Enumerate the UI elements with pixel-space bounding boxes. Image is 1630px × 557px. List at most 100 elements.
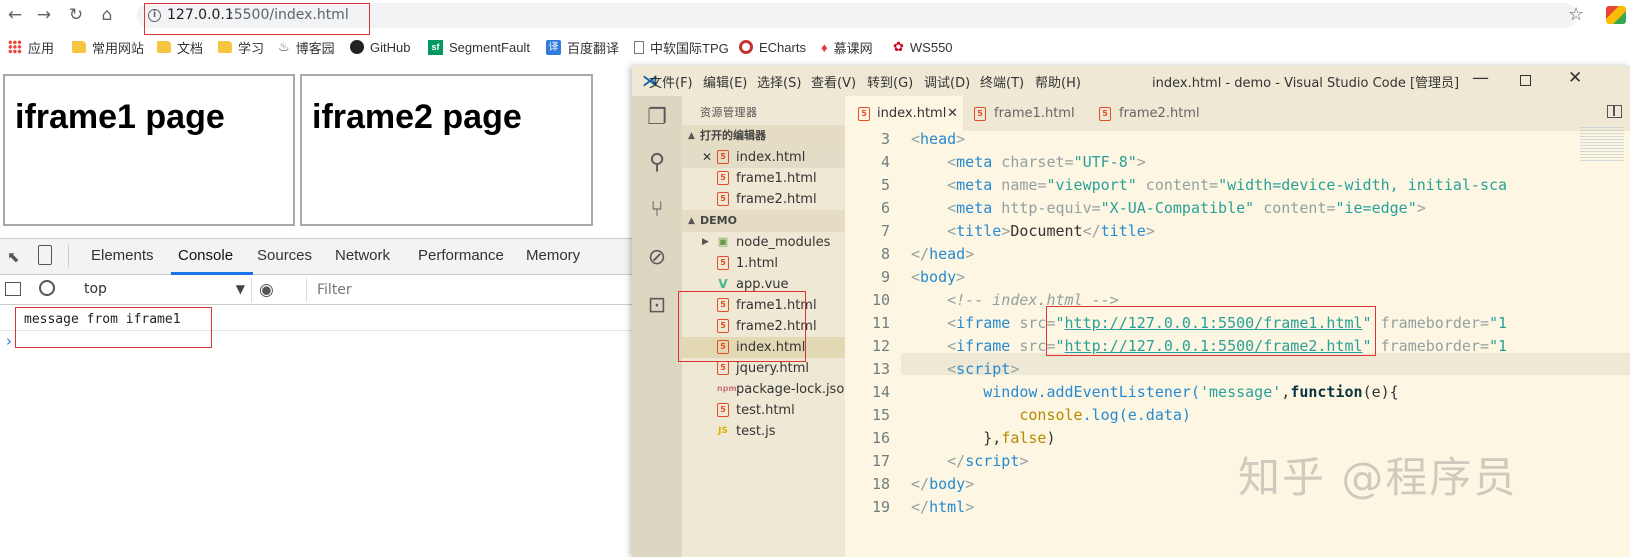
extensions-icon[interactable]: ⊡ xyxy=(645,294,669,318)
search-icon[interactable]: ⚲ xyxy=(645,151,669,175)
tree-item-node-modules[interactable]: ▶ ▣ node_modules xyxy=(682,232,845,253)
context-select[interactable]: top ▼ xyxy=(76,278,252,302)
code-line-8: </head> xyxy=(911,245,974,263)
console-prompt-icon[interactable]: › xyxy=(6,332,12,350)
tab-index-html[interactable]: 5 index.html ✕ xyxy=(845,96,963,131)
tab-frame2-html[interactable]: 5 frame2.html xyxy=(1087,96,1212,131)
close-icon[interactable]: ✕ xyxy=(702,147,712,168)
minimap[interactable] xyxy=(1580,127,1624,161)
browser-toolbar: ← → ↻ ⌂ i 127.0.0.1 :5500/index.html ☆ xyxy=(0,0,1630,35)
bookmark-label: 中软国际TPG xyxy=(650,40,729,56)
eye-icon[interactable]: ◉ xyxy=(259,280,274,300)
open-editor-frame1[interactable]: 5 frame1.html xyxy=(682,168,845,189)
menu-selection[interactable]: 选择(S) xyxy=(757,72,801,91)
menu-view[interactable]: 查看(V) xyxy=(811,72,856,91)
iframe1[interactable]: iframe1 page xyxy=(3,74,295,226)
open-editor-index[interactable]: ✕ 5 index.html xyxy=(682,147,845,168)
tree-item-test-js[interactable]: JS test.js xyxy=(682,421,845,442)
code-token: script xyxy=(956,360,1011,378)
tree-item-test-html[interactable]: 5 test.html xyxy=(682,400,845,421)
split-editor-icon[interactable] xyxy=(1607,105,1622,118)
code-token: body xyxy=(920,268,957,286)
code-token: title xyxy=(1100,222,1146,240)
bookmark-star-icon[interactable]: ☆ xyxy=(1568,4,1584,25)
folder-icon xyxy=(157,41,171,53)
open-editor-frame2[interactable]: 5 frame2.html xyxy=(682,189,845,210)
filter-input[interactable] xyxy=(306,278,632,302)
line-number: 5 xyxy=(880,176,890,194)
bookmark-github[interactable]: GitHub xyxy=(350,37,410,57)
tree-item-1-html[interactable]: 5 1.html xyxy=(682,253,845,274)
debug-icon[interactable]: ⊘ xyxy=(645,246,669,270)
code-token: html xyxy=(929,498,966,516)
bookmark-echarts[interactable]: ECharts xyxy=(739,37,806,57)
tree-item-package-lock[interactable]: npm package-lock.json xyxy=(682,379,853,400)
menu-go[interactable]: 转到(G) xyxy=(867,72,913,91)
home-button[interactable]: ⌂ xyxy=(96,4,118,26)
bookmark-folder-common[interactable]: 常用网站 xyxy=(72,37,144,57)
clear-console-icon[interactable] xyxy=(39,280,55,296)
menu-file[interactable]: 文件(F) xyxy=(649,72,693,91)
minimize-icon[interactable]: — xyxy=(1472,68,1489,88)
code-token: < xyxy=(947,199,957,217)
iframe2[interactable]: iframe2 page xyxy=(300,74,593,226)
code-token: </ xyxy=(911,475,930,493)
file-label: test.html xyxy=(736,403,795,418)
explorer-icon[interactable]: ❐ xyxy=(645,106,669,130)
code-token: < xyxy=(911,131,921,148)
back-button[interactable]: ← xyxy=(4,4,26,26)
bookmark-folder-study[interactable]: 学习 xyxy=(218,37,264,57)
bookmark-folder-docs[interactable]: 文档 xyxy=(157,37,203,57)
forward-button[interactable]: → xyxy=(33,4,55,26)
bookmark-ws550[interactable]: ✿ WS550 xyxy=(893,37,953,57)
code-line-5: <meta name="viewport" content="width=dev… xyxy=(911,176,1507,194)
extension-icon[interactable] xyxy=(1606,6,1626,24)
html-file-icon: 5 xyxy=(717,361,729,375)
bookmark-apps[interactable]: 应用 xyxy=(8,37,54,57)
tab-network[interactable]: Network xyxy=(335,247,390,264)
code-token: = xyxy=(1479,337,1489,355)
source-control-icon[interactable]: ⑂ xyxy=(645,198,669,222)
code-token: .log(e.data) xyxy=(1082,406,1191,424)
sidebar-toggle-icon[interactable] xyxy=(5,282,21,296)
bookmark-segmentfault[interactable]: sf SegmentFault xyxy=(428,37,530,57)
folder-header-demo[interactable]: ▲ DEMO xyxy=(682,210,845,232)
menu-edit[interactable]: 编辑(E) xyxy=(703,72,747,91)
device-toolbar-icon[interactable] xyxy=(38,245,52,265)
menu-help[interactable]: 帮助(H) xyxy=(1035,72,1081,91)
inspect-element-icon[interactable]: ⬉ xyxy=(7,248,20,266)
file-label: package-lock.json xyxy=(736,382,853,397)
code-token: iframe xyxy=(956,314,1011,332)
tab-performance[interactable]: Performance xyxy=(418,247,504,264)
bookmark-chinasoft[interactable]: 中软国际TPG xyxy=(634,37,729,57)
html-file-icon: 5 xyxy=(717,171,729,185)
code-token: src xyxy=(1010,337,1047,355)
tab-console[interactable]: Console xyxy=(178,247,233,264)
bookmark-cnblogs[interactable]: ♨ 博客园 xyxy=(278,37,335,57)
caret-down-icon: ▼ xyxy=(235,282,245,296)
window-title: index.html - demo - Visual Studio Code [… xyxy=(1152,76,1460,91)
tab-sources[interactable]: Sources xyxy=(257,247,312,264)
bookmark-label: 应用 xyxy=(28,40,55,56)
close-window-icon[interactable]: ✕ xyxy=(1568,68,1582,88)
maximize-icon[interactable] xyxy=(1520,75,1531,86)
bookmark-imooc[interactable]: ♦ 慕课网 xyxy=(821,37,873,57)
code-token: < xyxy=(947,360,957,378)
bookmark-baidu-translate[interactable]: 译 百度翻译 xyxy=(546,37,619,57)
reload-button[interactable]: ↻ xyxy=(65,4,87,26)
close-tab-icon[interactable]: ✕ xyxy=(947,96,958,131)
message-highlight-box xyxy=(15,307,212,348)
tab-memory[interactable]: Memory xyxy=(526,247,580,264)
menu-debug[interactable]: 调试(D) xyxy=(924,72,970,91)
tab-frame1-html[interactable]: 5 frame1.html xyxy=(963,96,1087,131)
cnblogs-icon: ♨ xyxy=(278,39,290,54)
folder-icon: ▣ xyxy=(717,235,729,248)
menu-terminal[interactable]: 终端(T) xyxy=(980,72,1024,91)
tab-elements[interactable]: Elements xyxy=(91,247,154,264)
open-editors-header[interactable]: ▲ 打开的编辑器 xyxy=(682,125,845,147)
code-token: > xyxy=(965,475,975,493)
bookmark-label: 文档 xyxy=(177,40,204,56)
code-token: < xyxy=(911,268,921,286)
code-line-4: <meta charset="UTF-8"> xyxy=(911,153,1146,171)
code-token: window xyxy=(983,383,1038,401)
